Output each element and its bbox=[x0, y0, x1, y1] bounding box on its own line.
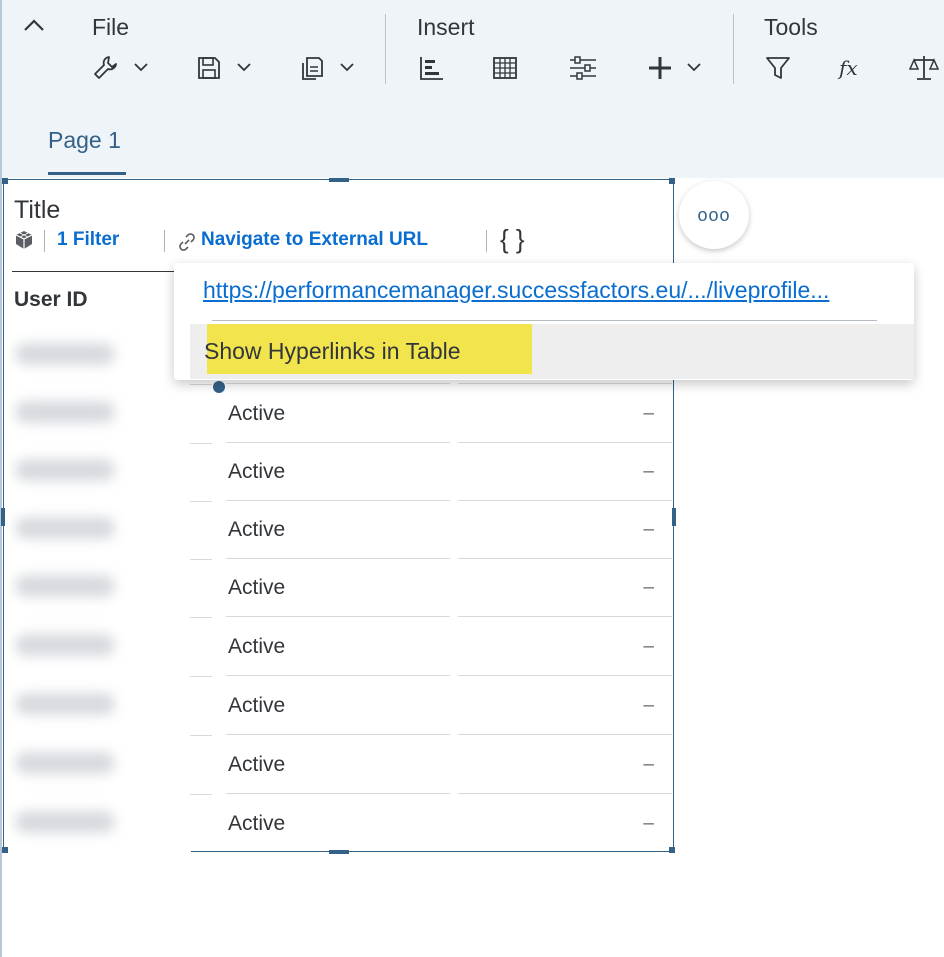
resize-handle[interactable] bbox=[329, 850, 349, 854]
table-row[interactable]: Active – bbox=[190, 559, 674, 618]
group-label-tools: Tools bbox=[764, 14, 818, 40]
chart-icon[interactable] bbox=[415, 52, 447, 84]
blurred-cell bbox=[15, 575, 115, 597]
status-cell: Active bbox=[226, 501, 450, 559]
resize-handle[interactable] bbox=[669, 178, 675, 184]
table-row[interactable]: Active – bbox=[190, 795, 674, 853]
value-cell: – bbox=[458, 559, 672, 617]
header-line bbox=[12, 271, 192, 272]
blurred-cell bbox=[15, 752, 115, 774]
table-row[interactable]: Active – bbox=[190, 443, 674, 502]
widget-subheader: 1 Filter Navigate to External URL { } bbox=[12, 224, 652, 256]
blurred-cell bbox=[15, 634, 115, 656]
more-options-button[interactable]: ooo bbox=[679, 181, 749, 249]
value-cell: – bbox=[458, 677, 672, 735]
chevron-down-icon[interactable] bbox=[339, 60, 355, 74]
table-row[interactable]: Active – bbox=[190, 618, 674, 677]
group-label-insert: Insert bbox=[417, 14, 475, 40]
table-icon[interactable] bbox=[489, 52, 521, 84]
resize-handle[interactable] bbox=[329, 178, 349, 182]
blurred-cell bbox=[15, 811, 115, 833]
value-cell: – bbox=[643, 813, 654, 834]
show-hyperlinks-menu-item[interactable]: Show Hyperlinks in Table bbox=[190, 324, 914, 379]
popover-divider bbox=[212, 320, 877, 321]
toolbar-separator bbox=[385, 14, 386, 84]
svg-text:fx: fx bbox=[837, 56, 858, 80]
separator bbox=[486, 230, 487, 252]
toolbar: File Insert Tools fx Page 1 bbox=[2, 0, 944, 178]
formula-icon[interactable]: fx bbox=[836, 52, 868, 84]
resize-handle[interactable] bbox=[669, 847, 675, 853]
value-cell: – bbox=[458, 736, 672, 794]
tab-active-indicator bbox=[48, 172, 126, 175]
resize-handle[interactable] bbox=[2, 178, 8, 184]
widget-title[interactable]: Title bbox=[14, 196, 60, 225]
blurred-cell bbox=[15, 343, 115, 365]
blurred-cell bbox=[15, 693, 115, 715]
chevron-up-icon[interactable] bbox=[22, 16, 46, 36]
navigate-external-url-link[interactable]: Navigate to External URL bbox=[201, 229, 428, 251]
resize-handle[interactable] bbox=[672, 508, 676, 526]
separator bbox=[44, 230, 45, 252]
filter-link[interactable]: 1 Filter bbox=[57, 229, 119, 251]
status-cell: Active bbox=[226, 443, 450, 501]
balance-icon[interactable] bbox=[908, 52, 940, 84]
resize-handle[interactable] bbox=[1, 508, 5, 526]
status-cell: Active bbox=[226, 736, 450, 794]
status-cell: Active bbox=[226, 385, 450, 443]
value-cell: – bbox=[458, 385, 672, 443]
status-cell: Active bbox=[226, 677, 450, 735]
chevron-down-icon[interactable] bbox=[686, 60, 702, 74]
blurred-user-id-column bbox=[7, 313, 191, 853]
table-row[interactable]: Active – bbox=[190, 501, 674, 560]
column-header-user-id[interactable]: User ID bbox=[14, 288, 88, 312]
save-icon[interactable] bbox=[193, 52, 225, 84]
group-label-file: File bbox=[92, 14, 130, 40]
blurred-cell bbox=[15, 459, 115, 481]
copy-icon[interactable] bbox=[296, 52, 328, 84]
external-url-link[interactable]: https://performancemanager.successfactor… bbox=[203, 277, 829, 304]
status-cell: Active bbox=[226, 618, 450, 676]
table-row[interactable]: Active – bbox=[190, 385, 674, 444]
status-cell: Active bbox=[226, 559, 450, 617]
chevron-down-icon[interactable] bbox=[133, 60, 149, 74]
toolbar-separator bbox=[733, 14, 734, 84]
tab-page-1[interactable]: Page 1 bbox=[48, 127, 121, 154]
filter-icon[interactable] bbox=[762, 52, 794, 84]
show-hyperlinks-label: Show Hyperlinks in Table bbox=[204, 338, 461, 364]
hyperlink-popover: https://performancemanager.successfactor… bbox=[174, 263, 914, 380]
add-icon[interactable] bbox=[644, 52, 676, 84]
chevron-down-icon[interactable] bbox=[236, 60, 252, 74]
cube-icon bbox=[14, 230, 34, 250]
wrench-icon[interactable] bbox=[90, 52, 122, 84]
blurred-cell bbox=[15, 517, 115, 539]
table-row[interactable]: Active – bbox=[190, 677, 674, 736]
braces-icon[interactable]: { } bbox=[500, 224, 525, 255]
resize-handle[interactable] bbox=[2, 847, 8, 853]
table-row[interactable]: Active – bbox=[190, 736, 674, 795]
blurred-cell bbox=[15, 401, 115, 423]
separator bbox=[164, 230, 165, 252]
selection-dot[interactable] bbox=[213, 381, 225, 393]
value-cell: – bbox=[458, 443, 672, 501]
value-cell: – bbox=[458, 618, 672, 676]
status-cell: Active bbox=[228, 812, 286, 835]
link-icon bbox=[177, 232, 197, 252]
input-control-icon[interactable] bbox=[567, 52, 599, 84]
value-cell: – bbox=[458, 501, 672, 559]
